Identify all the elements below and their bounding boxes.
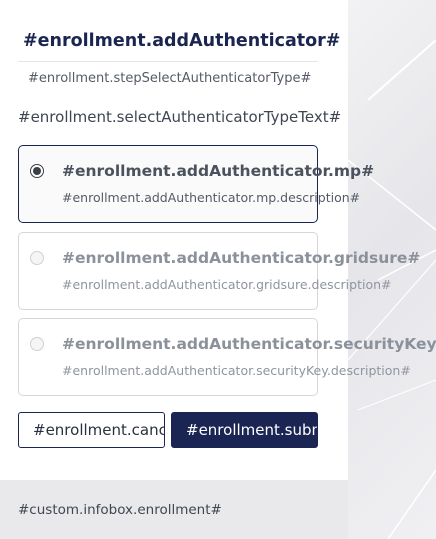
background-decoration [348, 0, 436, 539]
option-title: #enrollment.addAuthenticator.mp# [62, 162, 375, 180]
cancel-button[interactable]: #enrollment.cancel# [18, 412, 165, 448]
option-description: #enrollment.addAuthenticator.mp.descript… [62, 190, 361, 205]
option-title: #enrollment.addAuthenticator.gridsure# [62, 249, 421, 267]
option-mp[interactable]: #enrollment.addAuthenticator.mp# #enroll… [18, 145, 374, 223]
enrollment-panel: #enrollment.addAuthenticator# #enrollmen… [0, 0, 436, 480]
title-divider [18, 61, 318, 62]
submit-button[interactable]: #enrollment.submit# [171, 412, 318, 448]
radio-button-checked[interactable] [30, 164, 44, 178]
radio-button[interactable] [30, 337, 44, 351]
page-title: #enrollment.addAuthenticator# [23, 31, 341, 51]
infobox-text: #custom.infobox.enrollment# [18, 502, 222, 518]
option-security-key[interactable]: #enrollment.addAuthenticator.securityKey… [18, 318, 436, 396]
option-description: #enrollment.addAuthenticator.securityKey… [62, 363, 411, 378]
radio-button[interactable] [30, 251, 44, 265]
option-description: #enrollment.addAuthenticator.gridsure.de… [62, 277, 392, 292]
select-authenticator-text: #enrollment.selectAuthenticatorTypeText# [18, 108, 342, 126]
option-gridsure[interactable]: #enrollment.addAuthenticator.gridsure# #… [18, 232, 420, 310]
option-title: #enrollment.addAuthenticator.securityKey… [62, 335, 436, 353]
step-label: #enrollment.stepSelectAuthenticatorType# [28, 71, 312, 86]
infobox-footer: #custom.infobox.enrollment# [0, 480, 348, 539]
